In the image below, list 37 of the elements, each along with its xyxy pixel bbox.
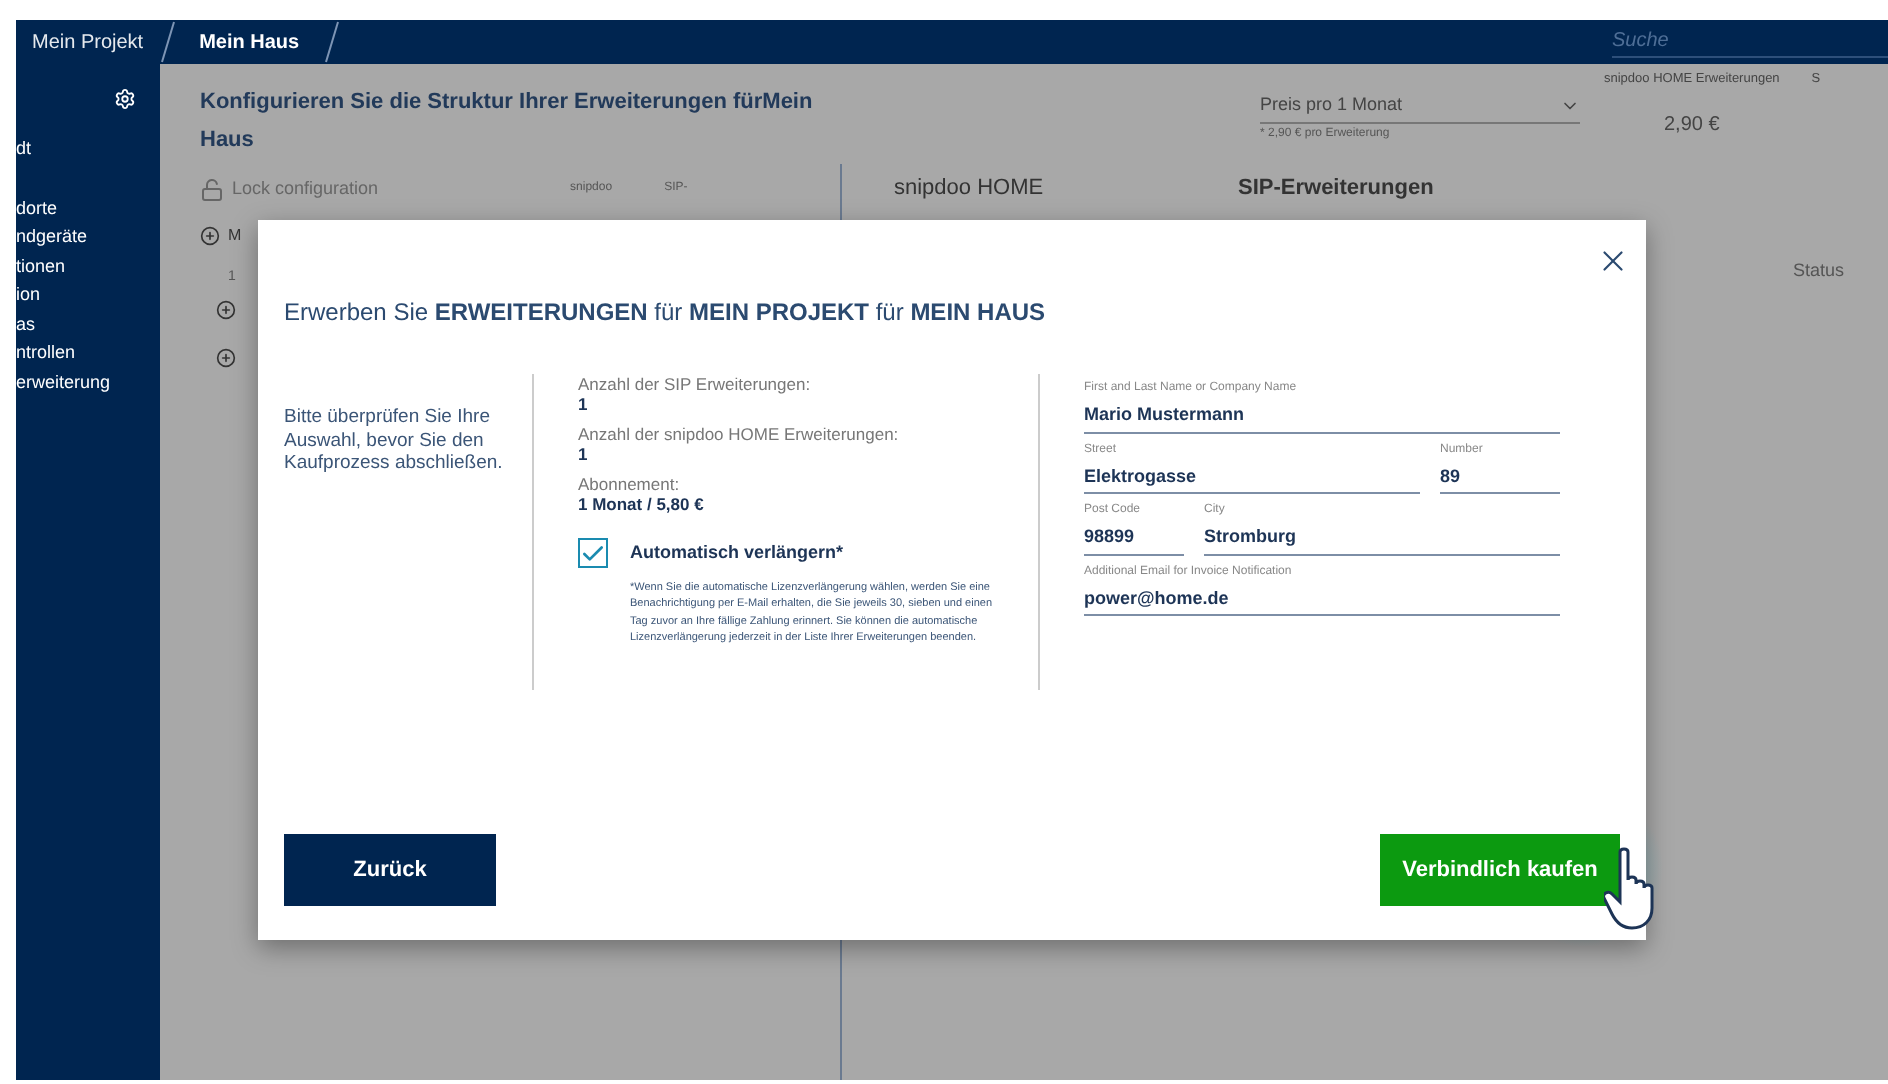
search-field[interactable]: Suche	[1612, 26, 1888, 56]
sidebar-item[interactable]: ntrollen	[16, 338, 160, 367]
tree-node-label: M	[228, 223, 242, 247]
plus-icon[interactable]	[216, 299, 236, 319]
breadcrumb-separator	[159, 20, 176, 64]
sidebar-item[interactable]: ndgeräte	[16, 222, 160, 251]
checkbox[interactable]	[578, 538, 608, 568]
sidebar-item[interactable]: tionen	[16, 251, 160, 280]
sidebar-item[interactable]: erweiterung	[16, 367, 160, 396]
fact-label: Abonnement:	[578, 474, 682, 494]
fact-value: 1	[578, 394, 590, 414]
breadcrumb-separator	[323, 20, 340, 64]
sidebar-item[interactable]: ion	[16, 280, 160, 309]
price-select[interactable]: Preis pro 1 Monat	[1260, 92, 1580, 123]
back-button[interactable]: Zurück	[284, 834, 496, 906]
summary-value: 2,90 €	[1663, 111, 1720, 140]
fact-label: Anzahl der SIP Erweiterungen:	[578, 374, 813, 394]
checkbox-label: Automatisch verlängern*	[630, 539, 844, 566]
dialog-title: Erwerben Sie ERWEITERUNGEN für MEIN PROJEKT für MEIN HAUS	[284, 296, 1048, 330]
intro-text: Bitte überprüfen Sie Ihre Auswahl, bevor Sie den Kaufprozess abschließen.	[284, 406, 505, 478]
buy-button[interactable]: Verbindlich kaufen	[1380, 834, 1620, 906]
breadcrumb-link[interactable]: Mein Haus	[175, 27, 324, 57]
page-heading: Konfigurieren Sie die Struktur Ihrer Erweiterungen fürMein Haus	[198, 88, 815, 156]
lock-label: Lock configuration	[232, 176, 379, 202]
column-header: snipdoo HOME	[894, 174, 1046, 204]
settings-icon[interactable]	[114, 88, 136, 110]
fact-value: 1 Monat / 5,80 €	[578, 494, 706, 514]
breadcrumb-link[interactable]: Mein Projekt	[16, 27, 160, 57]
plus-icon[interactable]	[200, 225, 220, 245]
fact-value: 1	[578, 444, 590, 464]
plus-icon[interactable]	[216, 347, 236, 367]
column-header: Status	[1792, 257, 1844, 283]
sidebar-item[interactable]: dorte	[16, 193, 160, 222]
sidebar-item[interactable]: as	[16, 309, 160, 338]
column-header: SIP-Erweiterungen	[1238, 174, 1434, 204]
sidebar-item[interactable]: dt	[16, 134, 160, 163]
fact-label: Anzahl der snipdoo HOME Erweiterungen:	[578, 424, 901, 444]
